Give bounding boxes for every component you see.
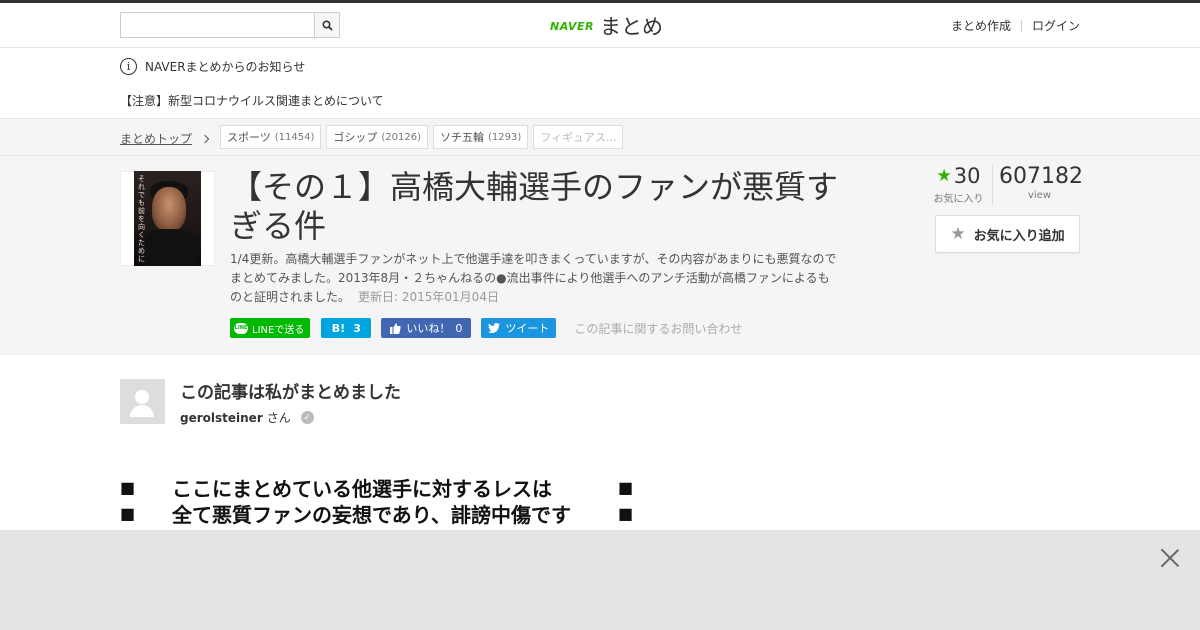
share-bar: LINE LINEで送る B! 3 いいね！ 0 ツイート この記事に関するお問…: [230, 318, 742, 338]
article-description: 1/4更新。高橋大輔選手ファンがネット上で他選手達を叩きまくっていますが、その内…: [230, 250, 840, 307]
square-marker: ■: [120, 503, 136, 523]
article-title: 【その１】高橋大輔選手のファンが悪質すぎる件: [230, 168, 839, 245]
content-text: ここにまとめている他選手に対するレスは: [172, 476, 552, 501]
notice-message-link[interactable]: 【注意】新型コロナウイルス関連まとめについて: [120, 92, 384, 109]
tweet-label: ツイート: [505, 322, 550, 335]
user-icon: [135, 390, 149, 404]
breadcrumb-top-label: まとめトップ: [120, 132, 193, 146]
tag-count: (11454): [274, 131, 315, 143]
hatena-icon: B!: [331, 321, 346, 335]
search-box: [120, 12, 340, 38]
tag-label: フィギュアス...: [540, 131, 617, 144]
verified-check-icon: ✓: [300, 411, 314, 424]
author-name: gerolsteiner: [180, 410, 263, 425]
tag-count: (1293): [488, 131, 522, 143]
search-input[interactable]: [121, 13, 315, 37]
author-heading: この記事は私がまとめました: [180, 383, 401, 403]
tag-sports[interactable]: スポーツ (11454): [220, 125, 322, 149]
content-text: 全て悪質ファンの妄想であり、誹謗中傷です: [172, 502, 571, 527]
star-icon: ★: [936, 166, 952, 186]
login-link[interactable]: ログイン: [1032, 17, 1080, 34]
line-label: LINEで送る: [252, 324, 305, 336]
notice-area: i NAVERまとめからのお知らせ 【注意】新型コロナウイルス関連まとめについて: [0, 48, 1200, 118]
favorites-count: 30: [953, 164, 981, 188]
tweet-button[interactable]: ツイート: [481, 318, 557, 338]
hatena-count: 3: [353, 321, 361, 335]
article-thumbnail[interactable]: それでも前を向くために: [120, 171, 215, 266]
notice-title: NAVERまとめからのお知らせ: [145, 60, 306, 74]
content-line: ■ ここにまとめている他選手に対するレスは ■: [120, 474, 640, 501]
tag-count: (20126): [381, 131, 422, 143]
views-label: view: [1027, 190, 1052, 201]
book-cover-text: それでも前を向くために: [138, 175, 145, 263]
search-icon: [321, 19, 333, 31]
author-section: この記事は私がまとめました gerolsteiner さん ✓: [0, 355, 1200, 475]
add-favorite-label: お気に入り追加: [973, 228, 1065, 244]
twitter-bird-icon: [488, 323, 501, 333]
hatena-bookmark-button[interactable]: B! 3: [321, 318, 372, 338]
article-head: それでも前を向くために 【その１】高橋大輔選手のファンが悪質すぎる件 1/4更新…: [0, 156, 1200, 355]
tag-label: ゴシップ: [333, 131, 378, 144]
updated-date: 更新日: 2015年01月04日: [358, 290, 499, 304]
breadcrumb-top-link[interactable]: まとめトップ: [120, 130, 210, 147]
content-line: ■ 全て悪質ファンの妄想であり、誹謗中傷です ■: [120, 500, 640, 527]
tag-figure-skating[interactable]: フィギュアス...: [533, 125, 624, 149]
square-marker: ■: [120, 477, 136, 497]
square-marker: ■: [618, 503, 634, 523]
article-header-area: まとめトップ スポーツ (11454) ゴシップ (20126) ソチ五輪 (1…: [0, 118, 1200, 355]
line-icon: LINE: [234, 322, 248, 334]
logo-text: まとめ: [599, 15, 663, 39]
tag-list: スポーツ (11454) ゴシップ (20126) ソチ五輪 (1293) フィ…: [220, 125, 624, 149]
facebook-like-button[interactable]: いいね！ 0: [381, 318, 472, 338]
divider: [1020, 19, 1022, 32]
header-links: まとめ作成 ログイン: [951, 17, 1080, 34]
tag-gossip[interactable]: ゴシップ (20126): [326, 125, 429, 149]
line-share-button[interactable]: LINE LINEで送る: [230, 318, 311, 338]
favorites-label: お気に入り: [933, 194, 984, 205]
breadcrumb: まとめトップ スポーツ (11454) ゴシップ (20126) ソチ五輪 (1…: [0, 119, 1200, 156]
article-stats: ★ 30 お気に入り 607182 view: [925, 164, 1083, 205]
views-count: 607182: [999, 164, 1083, 189]
notice-heading: i NAVERまとめからのお知らせ: [120, 58, 305, 75]
tag-sochi[interactable]: ソチ五輪 (1293): [433, 125, 529, 149]
add-favorite-button[interactable]: ★ お気に入り追加: [935, 215, 1080, 253]
avatar[interactable]: [120, 379, 165, 424]
facebook-like-count: 0: [455, 321, 463, 335]
contact-link[interactable]: この記事に関するお問い合わせ: [574, 320, 742, 337]
book-cover-image: それでも前を向くために: [134, 171, 201, 266]
info-icon: i: [120, 58, 137, 75]
author-name-link[interactable]: gerolsteiner さん ✓: [180, 409, 314, 426]
description-text: 1/4更新。高橋大輔選手ファンがネット上で他選手達を叩きまくっていますが、その内…: [230, 252, 837, 304]
star-icon: ★: [950, 224, 966, 244]
favorites-stat: ★ 30 お気に入り: [925, 164, 993, 205]
site-logo[interactable]: NAVER まとめ: [550, 11, 663, 41]
chevron-right-icon: [200, 134, 210, 143]
author-suffix: さん: [266, 411, 291, 425]
tag-label: スポーツ: [227, 131, 271, 144]
logo-brand: NAVER: [550, 19, 594, 33]
close-icon[interactable]: [1160, 548, 1180, 568]
bottom-ad-overlay: [0, 530, 1200, 630]
thumbs-up-icon: [390, 323, 401, 334]
header: NAVER まとめ まとめ作成 ログイン: [0, 3, 1200, 48]
square-marker: ■: [618, 477, 634, 497]
facebook-like-label: いいね！: [406, 322, 451, 335]
tag-label: ソチ五輪: [440, 131, 485, 144]
article-content: ■ ここにまとめている他選手に対するレスは ■ ■ 全て悪質ファンの妄想であり、…: [120, 474, 640, 527]
create-matome-link[interactable]: まとめ作成: [951, 17, 1011, 34]
search-button[interactable]: [314, 13, 339, 37]
views-stat: 607182 view: [993, 164, 1083, 205]
